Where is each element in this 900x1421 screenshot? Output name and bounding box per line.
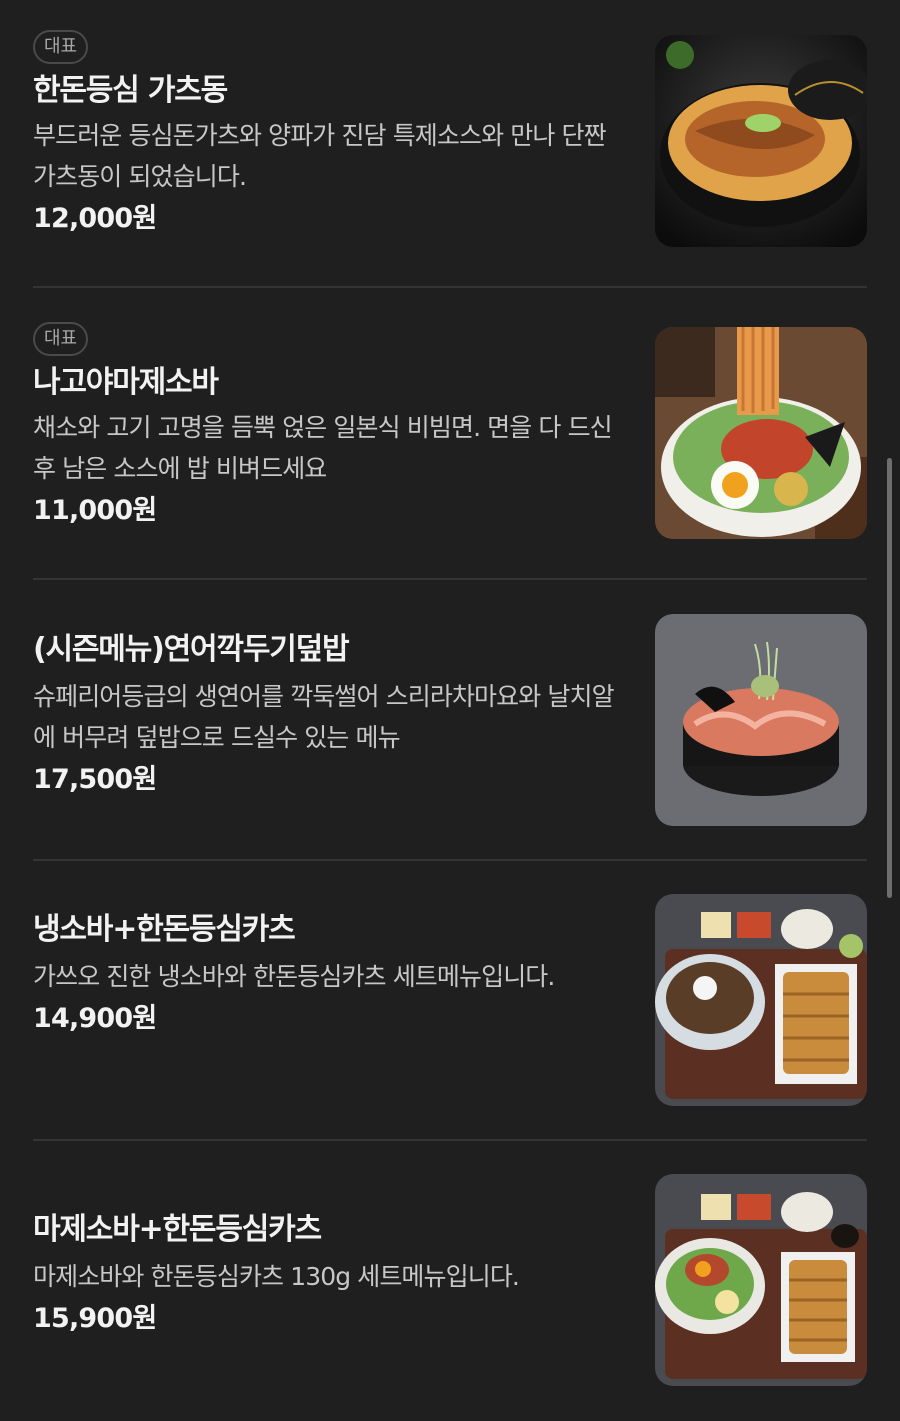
menu-item-description: 슈페리어등급의 생연어를 깍둑썰어 스리라차마요와 날치알에 버무려 덮밥으로 … (33, 682, 615, 752)
menu-item-name: 마제소바+한돈등심카츠 (33, 1212, 322, 1247)
menu-item-price: 14,900원 (33, 1003, 157, 1034)
menu-item-text: 대표 한돈등심 가츠동 부드러운 등심돈가츠와 양파가 진담 특제소스와 만나 … (33, 30, 633, 239)
divider (33, 578, 867, 580)
pork-cutlet-rice-bowl-photo[interactable] (655, 35, 867, 247)
menu-item-price: 11,000원 (33, 495, 157, 526)
menu-item-name: 한돈등심 가츠동 (33, 73, 228, 108)
menu-item-price: 17,500원 (33, 764, 157, 795)
menu-item-name: 냉소바+한돈등심카츠 (33, 912, 296, 947)
menu-item-price: 15,900원 (33, 1303, 157, 1334)
menu-item-price: 12,000원 (33, 203, 157, 234)
menu-item-description: 부드러운 등심돈가츠와 양파가 진담 특제소스와 만나 단짠 가츠동이 되었습니… (33, 121, 607, 191)
menu-item-text: 마제소바+한돈등심카츠 마제소바와 한돈등심카츠 130g 세트메뉴입니다. 1… (33, 1210, 633, 1339)
menu-item-description: 채소와 고기 고명을 듬뿍 얹은 일본식 비빔면. 면을 다 드신 후 남은 소… (33, 413, 613, 483)
menu-item-text: (시즌메뉴)연어깍두기덮밥 슈페리어등급의 생연어를 깍둑썰어 스리라차마요와 … (33, 630, 633, 800)
salmon-rice-bowl-photo[interactable] (655, 614, 867, 826)
menu-item-description: 가쓰오 진한 냉소바와 한돈등심카츠 세트메뉴입니다. (33, 962, 555, 991)
menu-item-text: 냉소바+한돈등심카츠 가쓰오 진한 냉소바와 한돈등심카츠 세트메뉴입니다. 1… (33, 910, 633, 1039)
divider (33, 286, 867, 288)
divider (33, 1139, 867, 1141)
menu-item-name: (시즌메뉴)연어깍두기덮밥 (33, 632, 350, 667)
divider (33, 859, 867, 861)
signature-badge: 대표 (33, 322, 89, 356)
mazesoba-cutlet-set-photo[interactable] (655, 1174, 867, 1386)
cold-soba-cutlet-set-photo[interactable] (655, 894, 867, 1106)
scrollbar[interactable] (887, 458, 892, 898)
menu-item-text: 대표 나고야마제소바 채소와 고기 고명을 듬뿍 얹은 일본식 비빔면. 면을 … (33, 322, 633, 531)
signature-badge: 대표 (33, 30, 89, 64)
menu-item-name: 나고야마제소바 (33, 365, 219, 400)
mazesoba-noodle-bowl-photo[interactable] (655, 327, 867, 539)
menu-item-description: 마제소바와 한돈등심카츠 130g 세트메뉴입니다. (33, 1262, 520, 1291)
